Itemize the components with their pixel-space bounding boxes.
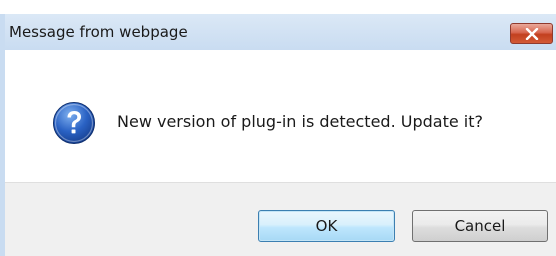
close-button[interactable] xyxy=(510,23,553,44)
message-dialog: Message from webpage New version of plug… xyxy=(0,0,556,256)
dialog-title: Message from webpage xyxy=(9,23,188,41)
dialog-message: New version of plug-in is detected. Upda… xyxy=(117,112,483,131)
cancel-button[interactable]: Cancel xyxy=(412,210,548,242)
title-bar[interactable]: Message from webpage xyxy=(0,14,556,50)
ok-button[interactable]: OK xyxy=(258,210,395,242)
close-icon xyxy=(525,28,539,40)
question-icon xyxy=(53,102,95,144)
